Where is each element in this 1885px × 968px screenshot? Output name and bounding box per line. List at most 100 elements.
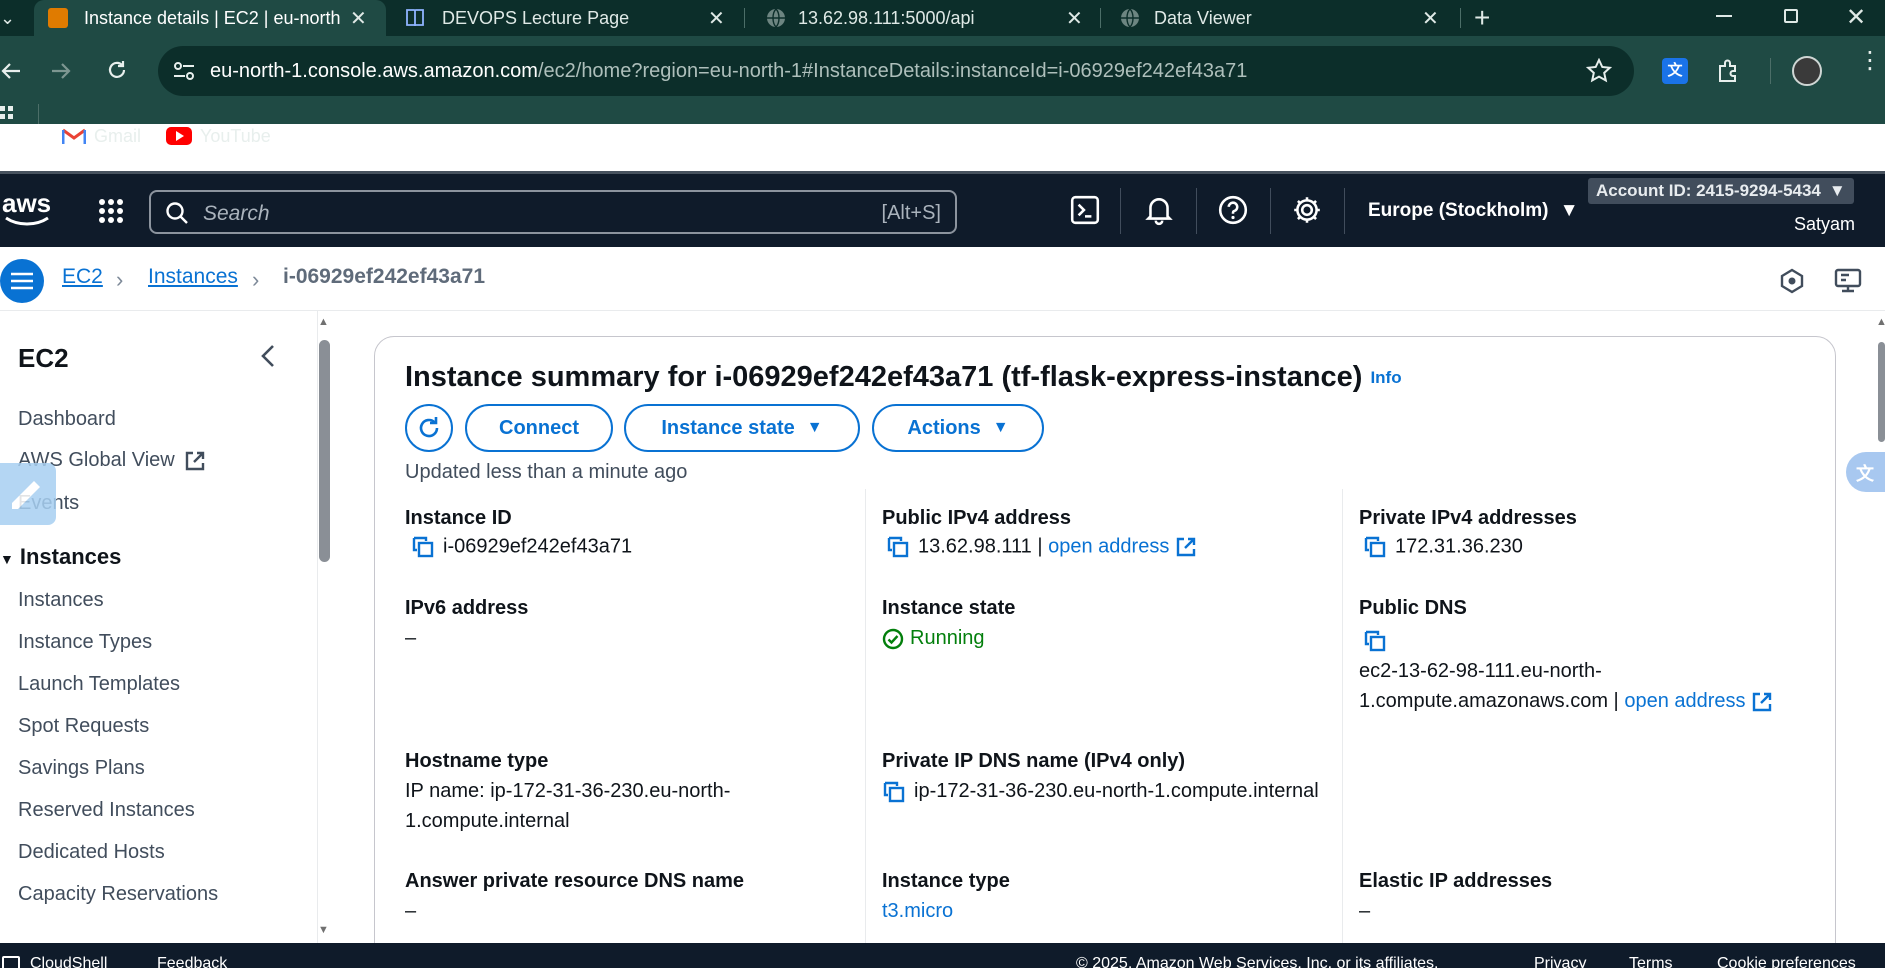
open-address-link[interactable]: open address xyxy=(1048,535,1169,557)
check-circle-icon xyxy=(882,628,904,649)
copy-icon[interactable] xyxy=(882,780,906,804)
restore-window-button[interactable] xyxy=(1784,9,1798,23)
copy-icon[interactable] xyxy=(1363,535,1387,559)
address-bar[interactable]: eu-north-1.console.aws.amazon.com/ec2/ho… xyxy=(158,46,1634,96)
scroll-up-arrow-icon[interactable]: ▲ xyxy=(1876,316,1885,328)
sidebar-item-launch-templates[interactable]: Launch Templates xyxy=(18,673,180,696)
collapse-nav-icon[interactable] xyxy=(258,343,278,369)
instance-id-value: i-06929ef242ef43a71 xyxy=(411,535,632,559)
actions-button[interactable]: Actions ▼ xyxy=(872,404,1044,452)
url-path: /ec2/home?region=eu-north-1#InstanceDeta… xyxy=(537,59,1248,82)
tab-search-button[interactable]: ⌄ xyxy=(0,8,16,28)
user-name[interactable]: Satyam xyxy=(1794,214,1855,235)
close-window-button[interactable]: ✕ xyxy=(1846,3,1866,32)
back-arrow-icon[interactable] xyxy=(0,60,22,82)
browser-toolbar: eu-north-1.console.aws.amazon.com/ec2/ho… xyxy=(0,36,1885,124)
close-tab-icon[interactable]: ✕ xyxy=(708,6,725,31)
copy-icon[interactable] xyxy=(886,535,910,559)
translate-extension-icon[interactable]: 文 xyxy=(1662,58,1688,84)
breadcrumb-ec2[interactable]: EC2 xyxy=(62,265,103,289)
account-menu[interactable]: Account ID: 2415-9294-5434 ▼ xyxy=(1588,178,1854,204)
minimize-window-button[interactable] xyxy=(1716,15,1732,17)
browser-menu-icon[interactable]: ⋮ xyxy=(1858,49,1882,73)
close-tab-icon[interactable]: ✕ xyxy=(1066,6,1083,31)
aws-favicon-icon xyxy=(48,8,68,28)
profile-avatar[interactable] xyxy=(1792,56,1822,86)
button-label: Connect xyxy=(499,416,579,439)
page-scroll-thumb[interactable] xyxy=(1878,342,1885,442)
help-icon[interactable] xyxy=(1217,194,1249,226)
instance-type-link[interactable]: t3.micro xyxy=(882,900,953,923)
cloudshell-icon[interactable] xyxy=(1069,194,1101,226)
sidebar-item-instance-types[interactable]: Instance Types xyxy=(18,631,152,654)
close-tab-icon[interactable]: ✕ xyxy=(350,6,367,31)
settings-gear-icon[interactable] xyxy=(1291,194,1323,226)
display-preferences-icon[interactable] xyxy=(1834,267,1864,295)
breadcrumb-instances[interactable]: Instances xyxy=(148,265,238,289)
caret-down-icon: ▼ xyxy=(806,419,823,436)
sidebar-item-reserved-instances[interactable]: Reserved Instances xyxy=(18,799,195,822)
copy-icon[interactable] xyxy=(411,535,435,559)
sidenav-scroll-thumb[interactable] xyxy=(319,340,330,562)
external-link-icon[interactable] xyxy=(1751,691,1773,713)
extensions-puzzle-icon[interactable] xyxy=(1716,58,1742,84)
bookmark-youtube[interactable]: YouTube xyxy=(166,122,271,150)
instance-state-button[interactable]: Instance state ▼ xyxy=(624,404,860,452)
field-label: Private IP DNS name (IPv4 only) xyxy=(882,750,1186,772)
services-grid-icon[interactable] xyxy=(98,198,124,224)
footer-cookie-link[interactable]: Cookie preferences xyxy=(1717,955,1856,968)
aws-search-input[interactable]: Search [Alt+S] xyxy=(149,190,957,234)
elastic-ip-value: – xyxy=(1359,900,1371,922)
tab-api[interactable]: 13.62.98.111:5000/api ✕ xyxy=(752,0,1092,36)
search-placeholder: Search xyxy=(203,202,270,225)
close-tab-icon[interactable]: ✕ xyxy=(1422,6,1439,31)
connect-button[interactable]: Connect xyxy=(465,404,613,452)
floating-extension-widget[interactable] xyxy=(0,463,56,525)
site-settings-icon[interactable] xyxy=(172,60,196,82)
notifications-panel-icon[interactable] xyxy=(1778,267,1806,295)
scroll-down-arrow-icon[interactable]: ▼ xyxy=(318,924,329,936)
tab-devops-lecture[interactable]: DEVOPS Lecture Page ✕ xyxy=(396,0,736,36)
chevron-right-icon: › xyxy=(116,267,124,292)
tab-title: Data Viewer xyxy=(1154,7,1252,28)
footer-terms-link[interactable]: Terms xyxy=(1629,955,1673,968)
open-address-link[interactable]: open address xyxy=(1624,690,1745,712)
bookmark-divider xyxy=(38,104,39,124)
sidebar-item-spot-requests[interactable]: Spot Requests xyxy=(18,715,149,738)
translate-widget[interactable]: 文 xyxy=(1846,452,1885,492)
sidebar-item-dashboard[interactable]: Dashboard xyxy=(18,408,116,431)
footer-feedback-link[interactable]: Feedback xyxy=(157,955,227,968)
aws-logo[interactable]: aws xyxy=(2,188,52,228)
footer-copyright: © 2025, Amazon Web Services, Inc. or its… xyxy=(1076,955,1439,968)
info-link[interactable]: Info xyxy=(1370,368,1401,387)
reload-icon[interactable] xyxy=(106,59,128,81)
sidebar-item-savings-plans[interactable]: Savings Plans xyxy=(18,757,145,780)
sidebar-section-instances[interactable]: ▼ Instances xyxy=(0,544,121,570)
footer-privacy-link[interactable]: Privacy xyxy=(1534,955,1586,968)
region-selector[interactable]: Europe (Stockholm) ▼ xyxy=(1368,200,1579,222)
new-tab-button[interactable]: + xyxy=(1474,2,1490,34)
menu-hamburger-icon[interactable] xyxy=(0,259,44,303)
scroll-up-arrow-icon[interactable]: ▲ xyxy=(318,316,329,328)
sidebar-item-dedicated-hosts[interactable]: Dedicated Hosts xyxy=(18,841,165,864)
tab-instance-details[interactable]: Instance details | EC2 | eu-north ✕ xyxy=(34,0,386,36)
private-ipv4-value: 172.31.36.230 xyxy=(1363,535,1523,559)
bookmark-gmail[interactable]: Gmail xyxy=(62,122,141,150)
notifications-bell-icon[interactable] xyxy=(1143,194,1175,226)
bookmark-label: YouTube xyxy=(200,125,271,146)
sidebar-item-capacity-reservations[interactable]: Capacity Reservations xyxy=(18,883,218,906)
breadcrumb: EC2 › Instances › i-06929ef242ef43a71 xyxy=(0,247,1885,311)
forward-arrow-icon[interactable] xyxy=(50,60,72,82)
footer-cloudshell-link[interactable]: CloudShell xyxy=(30,955,107,968)
sidebar-item-instances[interactable]: Instances xyxy=(18,589,104,612)
page-scrollbar[interactable]: ▲ xyxy=(1876,316,1885,938)
refresh-button[interactable] xyxy=(405,404,453,452)
apps-grid-icon[interactable] xyxy=(0,104,16,124)
external-link-icon[interactable] xyxy=(1175,536,1197,558)
page-title-text: Instance summary for i-06929ef242ef43a71… xyxy=(405,361,1363,393)
field-label: IPv6 address xyxy=(405,597,529,619)
bookmark-star-icon[interactable] xyxy=(1586,58,1612,84)
nav-divider xyxy=(1120,188,1121,234)
tab-data-viewer[interactable]: Data Viewer ✕ xyxy=(1108,0,1448,36)
copy-icon[interactable] xyxy=(1363,629,1387,653)
